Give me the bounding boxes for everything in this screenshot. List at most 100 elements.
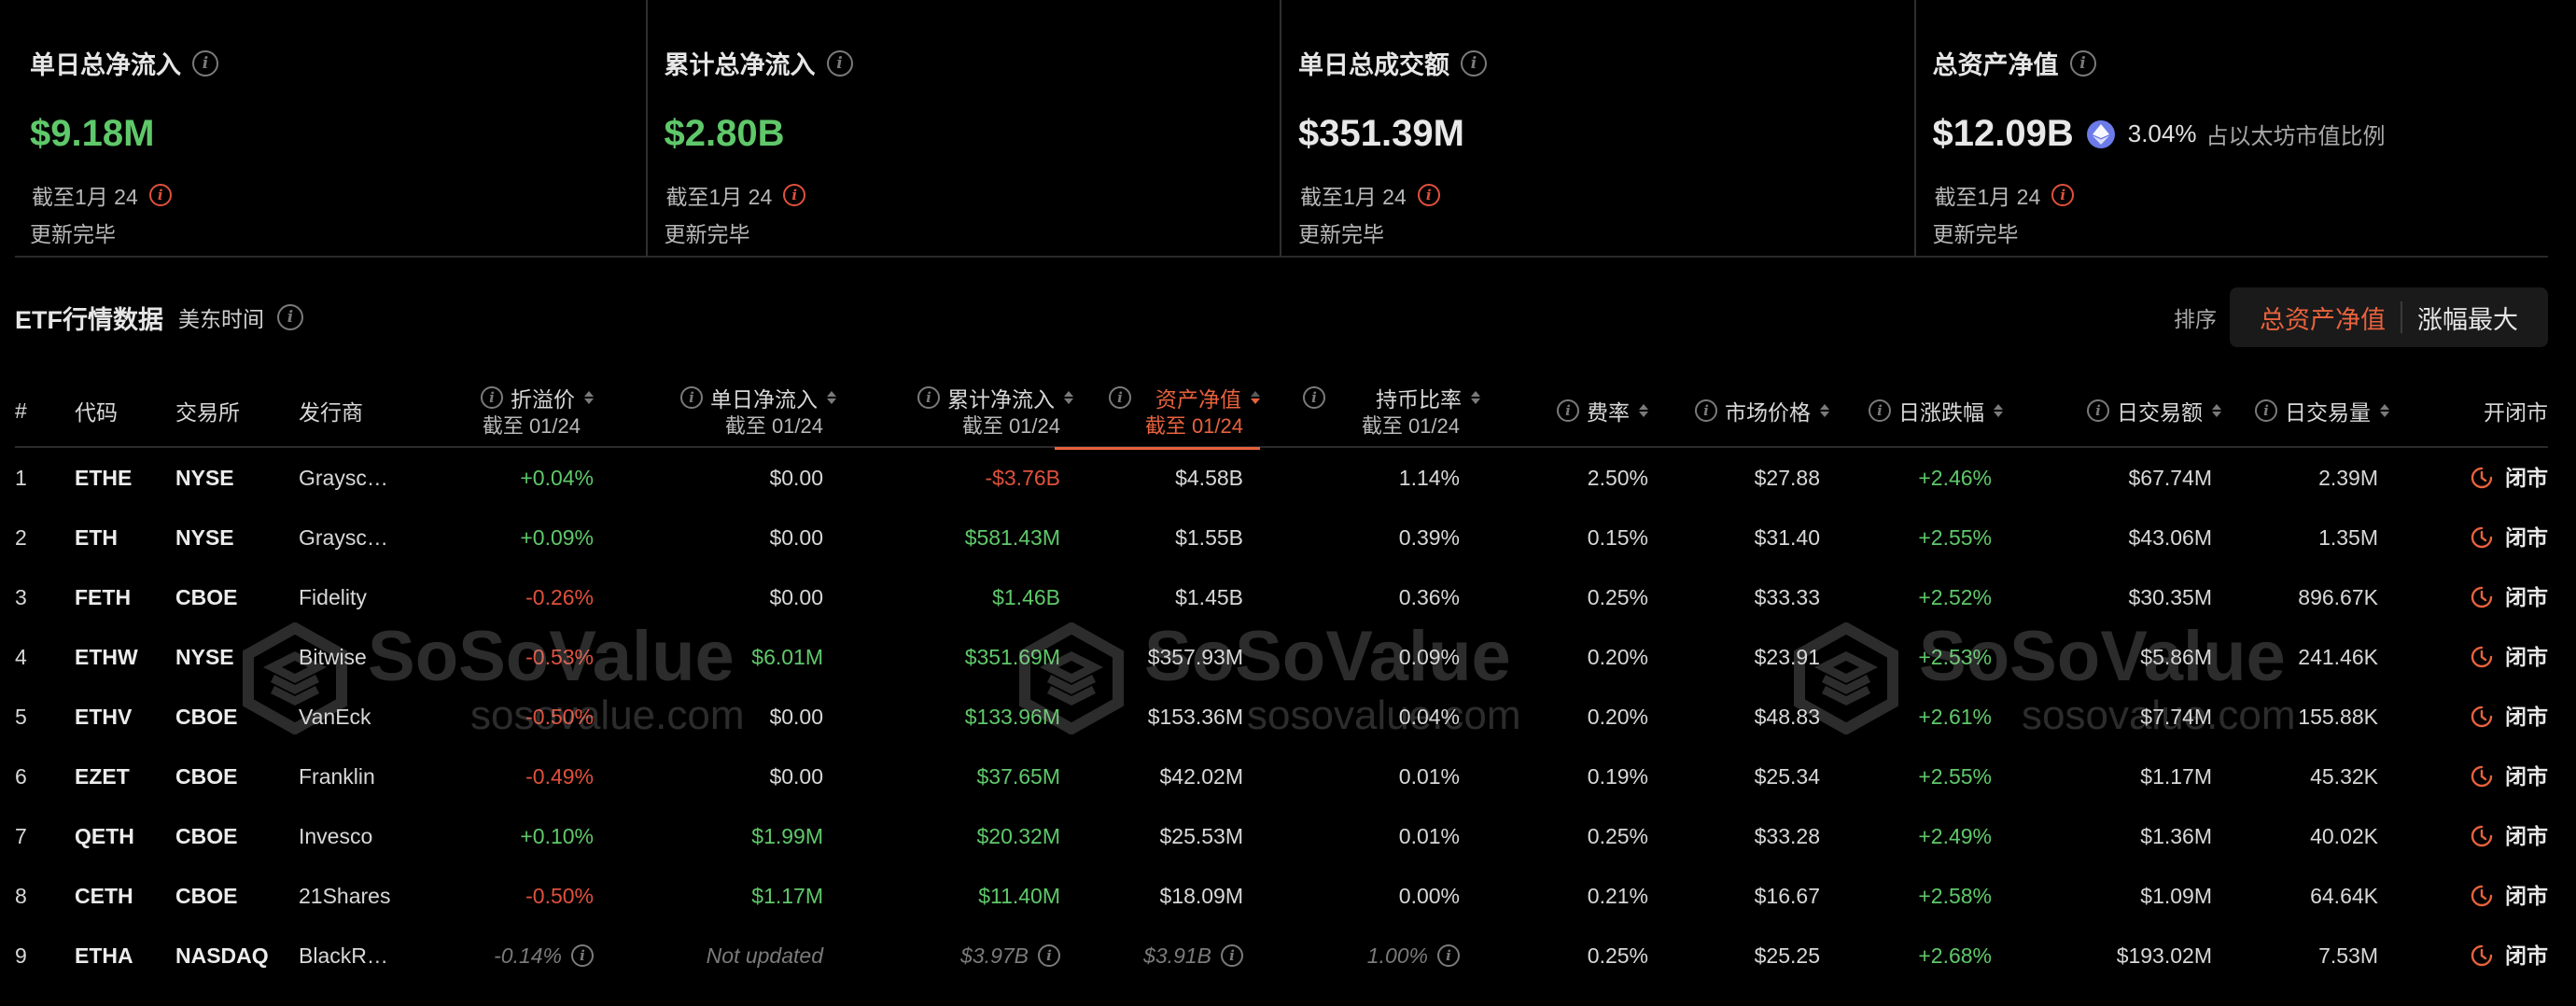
info-icon[interactable]: i [571, 944, 594, 967]
table-row[interactable]: 3 FETH CBOE Fidelity -0.26% $0.00 $1.46B $1.45B… [15, 567, 2548, 627]
sort-caret-icon[interactable] [2212, 404, 2221, 417]
cell-market-price: $16.67 [1754, 884, 1820, 908]
etf-market-data-header: ETF行情数据 美东时间 i 排序 总资产净值 涨幅最大 [15, 287, 2548, 347]
info-icon[interactable]: i [2069, 49, 2096, 77]
cell-holding-ratio: 0.09% [1398, 645, 1460, 669]
card-value: $9.18M [30, 113, 155, 154]
table-row[interactable]: 8 CETH CBOE 21Shares -0.50% $1.17M $11.40M $18.… [15, 866, 2548, 926]
table-row[interactable]: 7 QETH CBOE Invesco +0.10% $1.99M $20.32M $25.5… [15, 806, 2548, 866]
cell-cumulative-net-inflow: -$3.76B [985, 466, 1060, 490]
info-icon[interactable]: i [2255, 399, 2277, 422]
cell-code: QETH [75, 824, 134, 848]
card-status: 更新完毕 [664, 222, 750, 246]
cell-exchange: NYSE [175, 466, 234, 490]
cell-exchange: CBOE [175, 585, 238, 609]
cell-issuer: Franklin [299, 764, 375, 789]
info-icon[interactable]: i [1695, 399, 1717, 422]
info-icon[interactable]: i [917, 386, 940, 409]
cell-index: 7 [15, 824, 27, 848]
cell-market-status: 闭市 [2432, 567, 2548, 627]
cell-index: 4 [15, 645, 27, 669]
sort-caret-icon[interactable] [1820, 404, 1829, 417]
col-header-premium[interactable]: i 折溢价 截至 01/24 [426, 373, 594, 448]
info-icon[interactable]: i [680, 386, 703, 409]
col-header-daily-net-inflow[interactable]: i 单日净流入 截至 01/24 [650, 373, 836, 448]
table-row[interactable]: 9 ETHA NASDAQ BlackR… -0.14% i Not updated $3.9… [15, 926, 2548, 985]
cell-exchange: CBOE [175, 884, 238, 908]
sort-caret-icon[interactable] [2380, 404, 2389, 417]
cell-code: CETH [75, 884, 133, 908]
summary-card-total-net-assets: 总资产净值 i $12.09B 3.04% 占以太坊市值比例 截至1月 24 i … [1913, 0, 2549, 256]
cell-net-assets: $4.58B [1175, 466, 1243, 490]
info-icon[interactable]: i [1417, 184, 1440, 206]
info-icon[interactable]: i [826, 49, 853, 77]
cell-market-status: 闭市 [2432, 448, 2548, 508]
cell-daily-value-traded: $1.09M [2140, 884, 2212, 908]
cell-daily-net-inflow: $6.01M [751, 645, 823, 669]
info-icon[interactable]: i [1557, 399, 1579, 422]
cell-holding-ratio: 1.00% i [1303, 926, 1460, 985]
info-icon[interactable]: i [481, 386, 503, 409]
sort-by-top-gainers-button[interactable]: 涨幅最大 [2402, 300, 2533, 336]
cell-holding-ratio: 0.01% [1398, 824, 1460, 848]
clock-icon [2471, 646, 2493, 668]
cell-exchange: NYSE [175, 525, 234, 550]
cell-code: ETH [75, 525, 118, 550]
cell-fee: 0.21% [1587, 884, 1648, 908]
eth-market-cap-ratio: 3.04% [2127, 119, 2197, 147]
col-header-daily-change[interactable]: i 日涨跌幅 [1835, 373, 2003, 448]
sort-caret-icon[interactable] [1471, 391, 1480, 404]
clock-icon [2471, 885, 2493, 907]
cell-market-price: $23.91 [1754, 645, 1820, 669]
col-header-daily-volume[interactable]: i 日交易量 [2221, 373, 2389, 448]
cell-daily-value-traded: $67.74M [2128, 466, 2212, 490]
info-icon[interactable]: i [1221, 944, 1243, 967]
info-icon[interactable]: i [1303, 386, 1325, 409]
info-icon[interactable]: i [1869, 399, 1891, 422]
cell-fee: 0.20% [1587, 705, 1648, 729]
table-row[interactable]: 1 ETHE NYSE Graysc… +0.04% $0.00 -$3.76B $4.58B… [15, 448, 2548, 508]
sort-caret-icon[interactable] [827, 391, 836, 404]
info-icon[interactable]: i [148, 184, 172, 206]
card-date: 截至1月 24 [1934, 185, 2041, 209]
info-icon[interactable]: i [1461, 49, 1487, 77]
col-header-cumulative-net-inflow[interactable]: i 累计净流入 截至 01/24 [889, 373, 1073, 448]
info-icon[interactable]: i [1437, 944, 1460, 967]
cell-net-assets: $357.93M [1147, 645, 1243, 669]
table-row[interactable]: 2 ETH NYSE Graysc… +0.09% $0.00 $581.43M $1.55B… [15, 508, 2548, 567]
col-header-fee[interactable]: i 费率 [1536, 373, 1648, 448]
col-header-daily-value-traded[interactable]: i 日交易额 [2053, 373, 2221, 448]
info-icon[interactable]: i [783, 184, 806, 206]
info-icon[interactable]: i [277, 304, 303, 330]
sort-caret-icon[interactable] [1994, 404, 2003, 417]
cell-premium: -0.50% [525, 705, 594, 729]
cell-code: ETHE [75, 466, 133, 490]
summary-cards: 单日总净流入 i $9.18M 截至1月 24 i 更新完毕 累计总净流入 i $… [15, 0, 2548, 258]
sort-caret-icon[interactable] [584, 391, 594, 404]
cell-daily-value-traded: $7.74M [2140, 705, 2212, 729]
info-icon[interactable]: i [192, 49, 218, 77]
cell-cumulative-net-inflow: $3.97B i [889, 926, 1060, 985]
info-icon[interactable]: i [2087, 399, 2109, 422]
sort-caret-icon[interactable] [1251, 391, 1260, 404]
cell-index: 1 [15, 466, 27, 490]
cell-cumulative-net-inflow: $581.43M [964, 525, 1060, 550]
table-row[interactable]: 6 EZET CBOE Franklin -0.49% $0.00 $37.65M $42.0… [15, 747, 2548, 806]
sort-by-net-assets-button[interactable]: 总资产净值 [2245, 300, 2401, 336]
clock-icon [2471, 586, 2493, 608]
cell-issuer: Invesco [299, 824, 373, 848]
sort-caret-icon[interactable] [1639, 404, 1648, 417]
table-row[interactable]: 5 ETHV CBOE VanEck -0.50% $0.00 $133.96M $153.3… [15, 687, 2548, 747]
cell-exchange: NASDAQ [175, 943, 269, 968]
info-icon[interactable]: i [2051, 184, 2075, 206]
info-icon[interactable]: i [1109, 386, 1131, 409]
col-header-net-assets[interactable]: i 资产净值 截至 01/24 [1055, 373, 1260, 450]
col-header-market-price[interactable]: i 市场价格 [1671, 373, 1829, 448]
table-row[interactable]: 4 ETHW NYSE Bitwise -0.53% $6.01M $351.69M $357… [15, 627, 2548, 687]
card-date: 截至1月 24 [32, 185, 138, 209]
eth-market-cap-ratio-label: 占以太坊市值比例 [2205, 124, 2386, 149]
col-header-holding-ratio[interactable]: i 持币比率 截至 01/24 [1303, 373, 1480, 448]
cell-cumulative-net-inflow: $133.96M [964, 705, 1060, 729]
cell-holding-ratio: 0.39% [1398, 525, 1460, 550]
cell-index: 9 [15, 943, 27, 968]
